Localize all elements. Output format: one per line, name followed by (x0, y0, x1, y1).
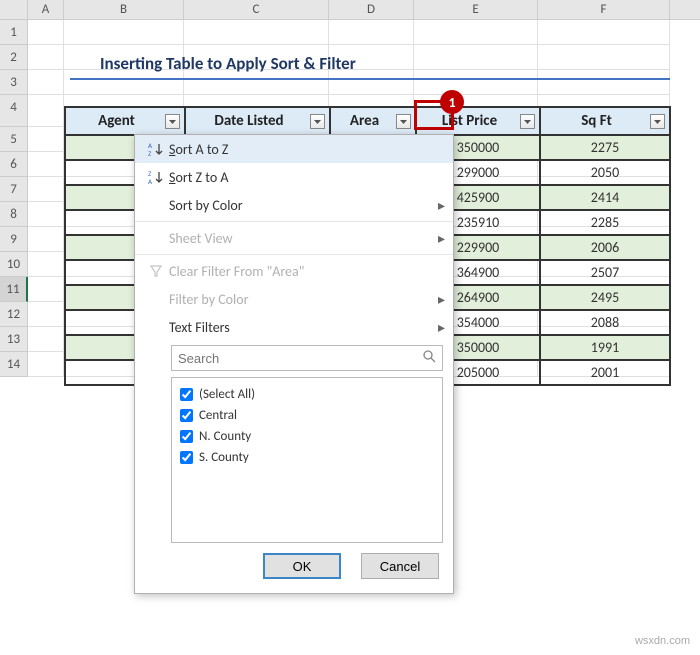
row-header[interactable]: 7 (0, 177, 28, 202)
col-label: Sq Ft (545, 112, 648, 130)
filter-search-input[interactable] (178, 351, 422, 366)
check-label: (Select All) (199, 387, 255, 402)
col-label: Agent (70, 112, 163, 130)
annotation-badge-1: 1 (440, 90, 464, 114)
row-header[interactable]: 10 (0, 252, 28, 277)
row-header-col: 1 2 3 4 5 6 7 8 9 10 11 12 13 14 (0, 20, 28, 377)
filter-menu: AZ Sort A to Z ZA Sort Z to A Sort by Co… (134, 134, 454, 594)
ok-button[interactable]: OK (263, 553, 341, 579)
filter-button-agent[interactable] (165, 114, 180, 129)
checkbox[interactable] (180, 451, 193, 464)
check-item[interactable]: S. County (180, 447, 434, 468)
row-header[interactable]: 2 (0, 45, 28, 70)
column-header-row: A B C D E F (0, 0, 700, 20)
cell-sqft[interactable]: 2001 (540, 360, 670, 385)
col-label: Area (335, 112, 394, 130)
col-header-C[interactable]: C (184, 0, 329, 19)
menu-label: Sort A to Z (169, 141, 445, 158)
svg-text:A: A (148, 177, 153, 185)
check-label: S. County (199, 450, 249, 465)
menu-label: Filter by Color (169, 291, 438, 308)
table-header-row: Agent Date Listed Area List Price Sq Ft (65, 107, 670, 135)
col-header-D[interactable]: D (329, 0, 414, 19)
col-header-F[interactable]: F (538, 0, 670, 19)
filter-search-box[interactable] (171, 345, 443, 371)
menu-separator (135, 254, 453, 255)
row-header[interactable]: 6 (0, 152, 28, 177)
svg-text:Z: Z (148, 149, 152, 157)
col-header-E[interactable]: E (414, 0, 538, 19)
title-underline (70, 78, 670, 80)
col-agent: Agent (65, 107, 185, 135)
cell-sqft[interactable]: 2088 (540, 310, 670, 335)
submenu-arrow-icon: ▸ (438, 230, 445, 247)
check-label: N. County (199, 429, 251, 444)
col-header-B[interactable]: B (64, 0, 184, 19)
row-header[interactable]: 11 (0, 277, 28, 302)
row-header[interactable]: 4 (0, 95, 28, 127)
clear-filter-icon (143, 264, 169, 278)
row-header[interactable]: 12 (0, 302, 28, 327)
check-item[interactable]: N. County (180, 426, 434, 447)
select-all-corner[interactable] (0, 0, 28, 19)
cell-sqft[interactable]: 2006 (540, 235, 670, 260)
check-item[interactable]: Central (180, 405, 434, 426)
row-header[interactable]: 1 (0, 20, 28, 45)
col-area: Area (330, 107, 416, 135)
search-icon (422, 349, 436, 367)
filter-button-sqft[interactable] (650, 114, 665, 129)
checkbox[interactable] (180, 430, 193, 443)
sort-az-icon: AZ (143, 141, 169, 157)
menu-label: Text Filters (169, 319, 438, 336)
checkbox[interactable] (180, 388, 193, 401)
row-header[interactable]: 14 (0, 352, 28, 377)
filter-button-date[interactable] (310, 114, 325, 129)
cell-sqft[interactable]: 1991 (540, 335, 670, 360)
page-title: Inserting Table to Apply Sort & Filter (100, 53, 356, 74)
filter-button-price[interactable] (520, 114, 535, 129)
menu-label: Sort Z to A (169, 169, 445, 186)
watermark: wsxdn.com (635, 635, 690, 647)
checkbox[interactable] (180, 409, 193, 422)
row-header[interactable]: 3 (0, 70, 28, 95)
col-date: Date Listed (185, 107, 330, 135)
menu-label: Sheet View (169, 230, 438, 247)
submenu-arrow-icon: ▸ (438, 319, 445, 336)
check-item[interactable]: (Select All) (180, 384, 434, 405)
cell-sqft[interactable]: 2495 (540, 285, 670, 310)
cell-sqft[interactable]: 2507 (540, 260, 670, 285)
submenu-arrow-icon: ▸ (438, 197, 445, 214)
col-header-A[interactable]: A (28, 0, 64, 19)
menu-clear-filter: Clear Filter From "Area" (135, 257, 453, 285)
cell-sqft[interactable]: 2050 (540, 160, 670, 185)
submenu-arrow-icon: ▸ (438, 291, 445, 308)
row-header[interactable]: 9 (0, 227, 28, 252)
col-sqft: Sq Ft (540, 107, 670, 135)
cell-sqft[interactable]: 2285 (540, 210, 670, 235)
menu-label: Clear Filter From "Area" (169, 263, 445, 280)
col-label: Date Listed (190, 112, 308, 130)
menu-sort-za[interactable]: ZA Sort Z to A (135, 163, 453, 191)
check-label: Central (199, 408, 237, 423)
menu-filter-color: Filter by Color ▸ (135, 285, 453, 313)
row-header[interactable]: 5 (0, 127, 28, 152)
cancel-button[interactable]: Cancel (361, 553, 439, 579)
menu-sort-az[interactable]: AZ Sort A to Z (135, 135, 453, 163)
menu-sheet-view: Sheet View ▸ (135, 224, 453, 252)
sort-za-icon: ZA (143, 169, 169, 185)
menu-label: Sort by Color (169, 197, 438, 214)
cell-sqft[interactable]: 2414 (540, 185, 670, 210)
menu-text-filters[interactable]: Text Filters ▸ (135, 313, 453, 341)
menu-separator (135, 221, 453, 222)
row-header[interactable]: 13 (0, 327, 28, 352)
menu-sort-color[interactable]: Sort by Color ▸ (135, 191, 453, 219)
row-header[interactable]: 8 (0, 202, 28, 227)
cell-sqft[interactable]: 2275 (540, 135, 670, 160)
filter-button-area[interactable] (396, 114, 411, 129)
filter-values-list[interactable]: (Select All) Central N. County S. County (171, 377, 443, 543)
